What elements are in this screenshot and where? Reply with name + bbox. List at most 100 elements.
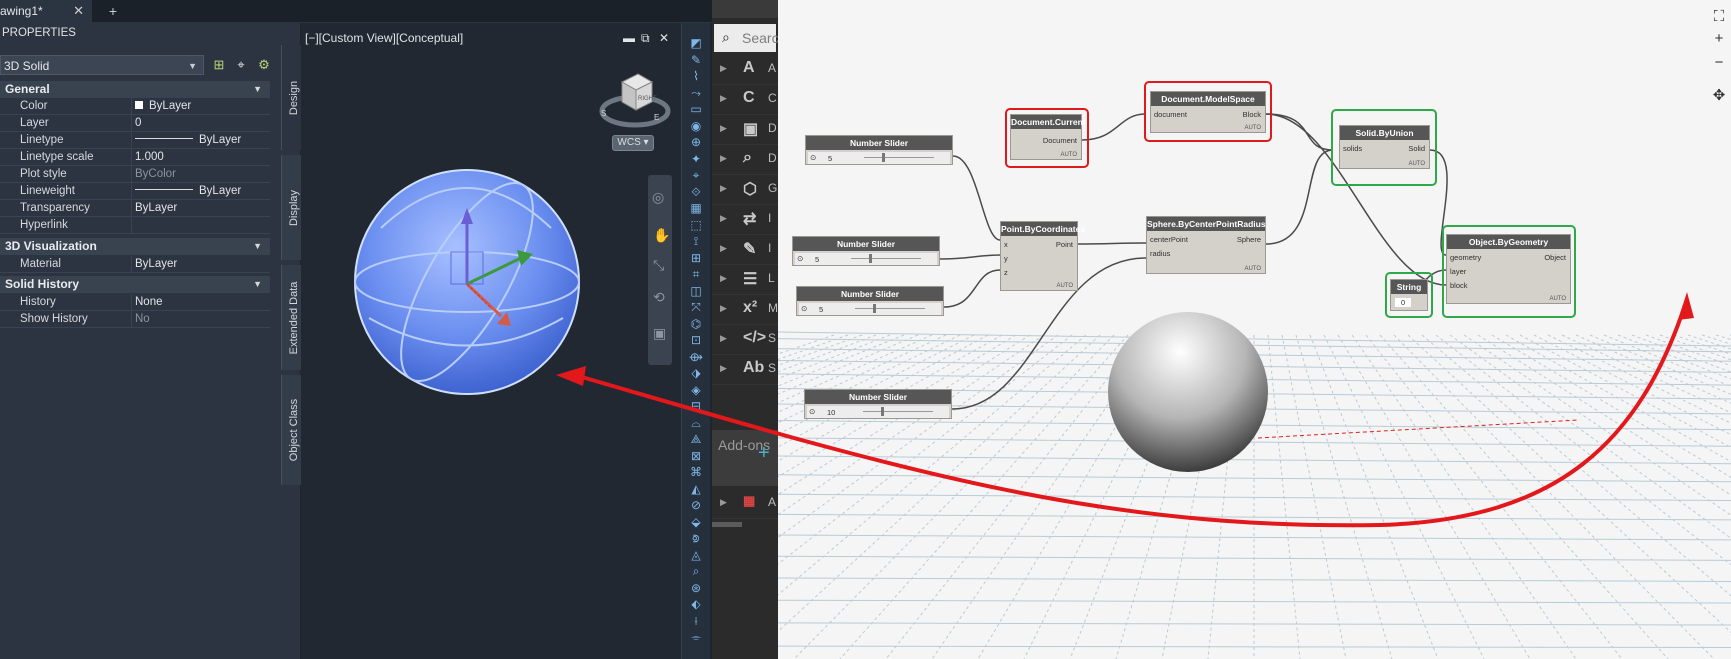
close-tab-icon[interactable]: ✕	[73, 0, 84, 22]
node-number-slider-3[interactable]: Number Slider ⊙ 5	[796, 286, 944, 316]
slider-thumb[interactable]	[881, 407, 884, 416]
zoom-out-icon[interactable]: −	[1709, 54, 1729, 71]
prop-row-material[interactable]: Material ByLayer	[0, 256, 270, 273]
steering-wheel-icon[interactable]: ◎	[652, 189, 664, 206]
wcs-menu[interactable]: WCS ▾	[612, 135, 654, 151]
ribbon-tool-icon[interactable]: ⌇	[687, 68, 705, 84]
ribbon-tool-icon[interactable]: ⌯	[687, 629, 705, 645]
solid-sphere[interactable]	[351, 168, 591, 408]
ribbon-tool-icon[interactable]: ✦	[687, 151, 705, 167]
node-sphere-bycenterpointradius[interactable]: Sphere.ByCenterPointRadius centerPoint r…	[1146, 216, 1266, 274]
select-objects-icon[interactable]: ⌖	[232, 56, 250, 74]
input-port-geometry[interactable]: geometry	[1450, 253, 1481, 262]
ribbon-tool-icon[interactable]: ▦	[687, 200, 705, 216]
ribbon-tool-icon[interactable]: ⊛	[687, 580, 705, 596]
ribbon-tool-icon[interactable]: ✎	[687, 52, 705, 68]
ribbon-tool-icon[interactable]: ⬙	[687, 514, 705, 530]
input-port-centerpoint[interactable]: centerPoint	[1150, 235, 1188, 244]
drawing-viewport[interactable]: [−][Custom View][Conceptual] ▬ ⧉ ✕ RIGHT…	[301, 23, 681, 659]
ribbon-tool-icon[interactable]: ▭	[687, 101, 705, 117]
output-port[interactable]: Document	[1043, 136, 1077, 145]
ribbon-tool-icon[interactable]: ⌓	[687, 415, 705, 431]
input-port[interactable]: solids	[1343, 144, 1362, 153]
ribbon-tool-icon[interactable]: ⊡	[687, 332, 705, 348]
ribbon-tool-icon[interactable]: ⤳	[687, 85, 705, 101]
ribbon-tool-icon[interactable]: ⊕	[687, 134, 705, 150]
tab-extended-data[interactable]: Extended Data	[281, 265, 301, 370]
expand-slider-icon[interactable]: ⊙	[810, 153, 816, 162]
slider-thumb[interactable]	[873, 304, 876, 313]
library-row[interactable]: ▶ </> S	[712, 324, 778, 355]
prop-row-linetype-scale[interactable]: Linetype scale 1.000	[0, 149, 270, 166]
ribbon-tool-icon[interactable]: ⊞	[687, 250, 705, 266]
section-general[interactable]: General ▼	[0, 81, 270, 98]
add-addon-icon[interactable]: +	[758, 442, 770, 465]
ribbon-tool-icon[interactable]: ⟊	[687, 613, 705, 629]
library-row[interactable]: ▶ ▣ D	[712, 114, 778, 145]
output-port[interactable]: Block	[1243, 110, 1261, 119]
node-document-current[interactable]: Document.Current Document AUTO	[1010, 114, 1086, 160]
library-row[interactable]: ▶ ⇄ I	[712, 204, 778, 235]
ribbon-tool-icon[interactable]: ⊘	[687, 497, 705, 513]
node-number-slider-1[interactable]: Number Slider ⊙ 5	[805, 135, 953, 165]
string-value-input[interactable]: 0	[1395, 298, 1412, 307]
slider-thumb[interactable]	[882, 153, 885, 162]
input-port-layer[interactable]: layer	[1450, 267, 1466, 276]
node-solid-byunion[interactable]: Solid.ByUnion solids Solid AUTO	[1339, 125, 1430, 169]
input-port-radius[interactable]: radius	[1150, 249, 1170, 258]
library-row[interactable]: ▶ A A	[712, 54, 778, 85]
ribbon-tool-icon[interactable]: ⟟	[687, 233, 705, 249]
section-solid-history[interactable]: Solid History ▼	[0, 276, 270, 293]
zoom-in-icon[interactable]: +	[1709, 30, 1729, 47]
toggle-pickadd-icon[interactable]: ⊞	[210, 56, 228, 74]
prop-row-color[interactable]: Color ByLayer	[0, 98, 270, 115]
ribbon-tool-icon[interactable]: ⟄	[687, 530, 705, 546]
prop-row-transparency[interactable]: Transparency ByLayer	[0, 200, 270, 217]
document-tab[interactable]: awing1* ✕	[0, 0, 92, 22]
object-type-select[interactable]: 3D Solid ▼	[0, 55, 204, 75]
expand-slider-icon[interactable]: ⊙	[801, 304, 807, 313]
expand-slider-icon[interactable]: ⊙	[797, 254, 803, 263]
input-port[interactable]: document	[1154, 110, 1187, 119]
pan-icon[interactable]: ✋	[653, 227, 670, 244]
node-string[interactable]: String 0	[1390, 279, 1428, 311]
node-point-bycoordinates[interactable]: Point.ByCoordinates x y z Point AUTO	[1000, 221, 1085, 291]
library-row[interactable]: ▶ C C	[712, 84, 778, 115]
slider-track[interactable]	[855, 308, 925, 309]
output-port[interactable]: Point	[1056, 240, 1073, 249]
ribbon-tool-icon[interactable]: ⟐	[687, 184, 705, 200]
prop-row-hyperlink[interactable]: Hyperlink	[0, 217, 270, 234]
zoom-extents-icon[interactable]: ⤡	[653, 257, 664, 274]
tab-object-class[interactable]: Object Class	[281, 375, 301, 485]
ribbon-tool-icon[interactable]: ⬖	[687, 596, 705, 612]
input-port-x[interactable]: x	[1004, 240, 1008, 249]
library-scrollbar[interactable]	[712, 522, 742, 527]
ribbon-tool-icon[interactable]: ⬗	[687, 365, 705, 381]
node-document-modelspace[interactable]: Document.ModelSpace document Block AUTO	[1150, 91, 1266, 133]
library-row[interactable]: ▶ ⬡ G	[712, 174, 778, 205]
dynamo-canvas[interactable]: Number Slider ⊙ 5 Number Slider ⊙ 5 Number…	[778, 0, 1731, 659]
ribbon-tool-icon[interactable]: ⌕	[687, 563, 705, 579]
minimize-viewport-icon[interactable]: ▬	[623, 31, 635, 45]
node-number-slider-4[interactable]: Number Slider ⊙ 10	[804, 389, 952, 419]
quick-select-icon[interactable]: ⚙	[255, 56, 273, 74]
slider-thumb[interactable]	[869, 254, 872, 263]
slider-track[interactable]	[863, 411, 933, 412]
prop-row-show-history[interactable]: Show History No	[0, 311, 270, 328]
prop-row-history[interactable]: History None	[0, 294, 270, 311]
ribbon-tool-icon[interactable]: ◭	[687, 481, 705, 497]
ribbon-tool-icon[interactable]: ⊠	[687, 448, 705, 464]
viewport-controls-label[interactable]: [−][Custom View][Conceptual]	[305, 31, 463, 45]
ribbon-tool-icon[interactable]: ⌘	[687, 464, 705, 480]
library-row[interactable]: ▶ ☰ L	[712, 264, 778, 295]
ribbon-tool-icon[interactable]: ⟴	[687, 349, 705, 365]
ribbon-tool-icon[interactable]: ◬	[687, 547, 705, 563]
ribbon-tool-icon[interactable]: ◫	[687, 283, 705, 299]
node-object-bygeometry[interactable]: Object.ByGeometry geometry layer block O…	[1446, 234, 1571, 304]
input-port-block[interactable]: block	[1450, 281, 1468, 290]
showmotion-icon[interactable]: ▣	[653, 325, 666, 342]
prop-row-plot-style[interactable]: Plot style ByColor	[0, 166, 270, 183]
library-row[interactable]: ▶ Ab S	[712, 354, 778, 385]
orbit-icon[interactable]: ⟲	[653, 289, 665, 306]
ribbon-tool-icon[interactable]: ⌬	[687, 316, 705, 332]
